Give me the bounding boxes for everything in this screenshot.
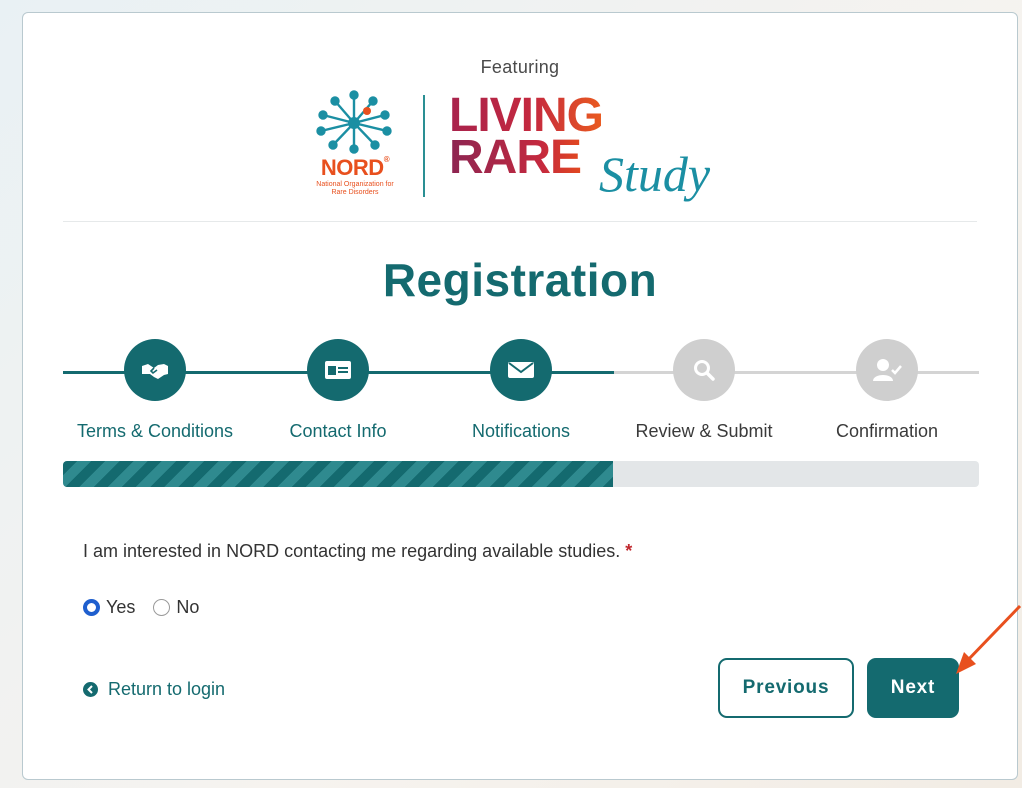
radio-yes-label: Yes xyxy=(106,597,136,617)
logo-area: NORD® National Organization for Rare Dis… xyxy=(23,89,1017,219)
radio-yes[interactable] xyxy=(83,599,100,616)
return-to-login-label: Return to login xyxy=(108,679,226,699)
step-label: Confirmation xyxy=(835,421,939,441)
handshake-icon xyxy=(142,364,168,379)
radio-no-label: No xyxy=(176,597,200,617)
step-confirmation[interactable]: Confirmation xyxy=(807,339,967,442)
living-rare-logo: LIVING RARE xyxy=(449,91,604,185)
radio-no[interactable] xyxy=(153,599,171,616)
step-label: Terms & Conditions xyxy=(76,421,234,441)
step-circle xyxy=(490,339,552,401)
step-notifications[interactable]: Notifications xyxy=(441,339,601,442)
step-circle xyxy=(124,339,186,401)
chevron-left-circle-icon xyxy=(83,682,98,697)
page-title: Registration xyxy=(382,254,658,306)
step-circle xyxy=(673,339,735,401)
nord-logo-subtitle: National Organization for Rare Disorders xyxy=(316,181,394,196)
step-review-submit[interactable]: Review & Submit xyxy=(624,339,784,442)
step-label: Review & Submit xyxy=(635,421,773,441)
study-logo-word: Study xyxy=(599,146,711,202)
registration-card: Featuring NORD® National Organization fo… xyxy=(22,12,1018,780)
living-rare-logo-line2: RARE xyxy=(449,131,582,185)
progress-bar xyxy=(63,461,979,487)
contact-consent-question: I am interested in NORD contacting me re… xyxy=(83,541,632,562)
step-label: Notifications xyxy=(471,421,571,441)
step-contact-info[interactable]: Contact Info xyxy=(258,339,418,442)
step-circle xyxy=(856,339,918,401)
radio-option-yes[interactable]: Yes xyxy=(83,597,135,618)
progress-stepper: Terms & Conditions Contact Info Notifica… xyxy=(63,339,979,449)
annotation-arrow-icon xyxy=(956,604,1022,674)
id-card-icon xyxy=(325,361,351,379)
search-icon xyxy=(694,360,715,381)
header-divider xyxy=(63,221,977,222)
logo-divider xyxy=(423,95,425,197)
step-terms-conditions[interactable]: Terms & Conditions xyxy=(75,339,235,442)
consent-radio-group: Yes No xyxy=(83,597,217,618)
radio-option-no[interactable]: No xyxy=(153,597,199,618)
featuring-label: Featuring xyxy=(480,57,560,77)
previous-button[interactable]: Previous xyxy=(718,658,854,718)
question-text: I am interested in NORD contacting me re… xyxy=(83,541,621,561)
step-circle xyxy=(307,339,369,401)
return-to-login-link[interactable]: Return to login xyxy=(83,679,225,700)
envelope-icon xyxy=(508,362,534,378)
step-label: Contact Info xyxy=(289,421,387,441)
progress-bar-fill xyxy=(63,461,613,487)
required-marker: * xyxy=(625,541,633,561)
nord-logo-text: NORD® xyxy=(320,155,390,180)
user-check-icon xyxy=(873,359,902,381)
